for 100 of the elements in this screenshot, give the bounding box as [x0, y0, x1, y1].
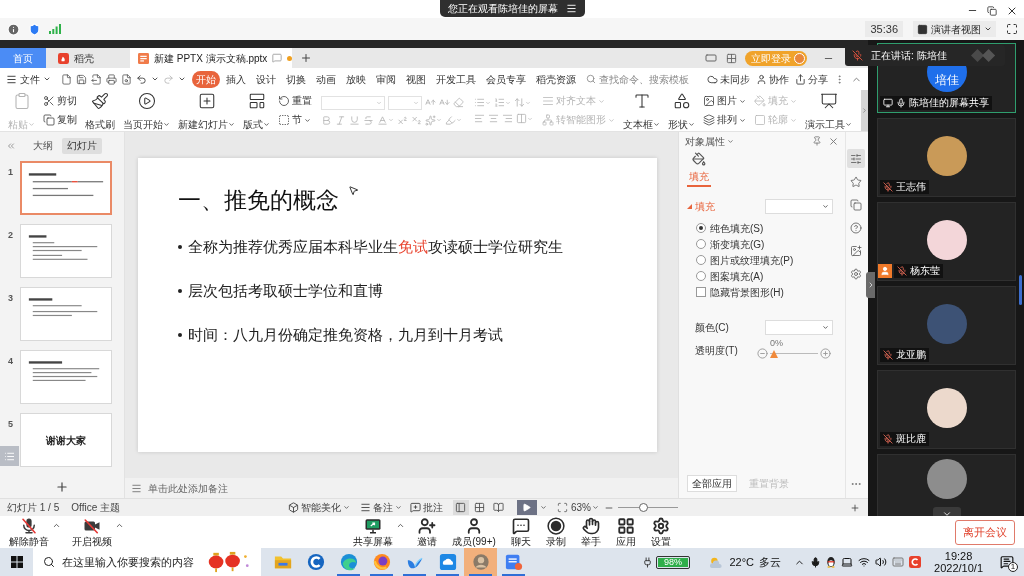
add-slide-icon[interactable] — [55, 480, 69, 494]
toolbar-button[interactable]: 格式刷 — [83, 91, 117, 130]
toolbar-button[interactable]: 形状 — [666, 91, 697, 130]
slide-thumbnail[interactable] — [20, 350, 112, 404]
toolbar-button[interactable]: 剪切 — [43, 94, 77, 108]
toolbar-button[interactable]: 邀请 — [414, 517, 441, 547]
command-search-field[interactable]: 查找命令、搜索模板 — [599, 71, 691, 87]
transparency-slider[interactable]: 0% — [770, 339, 818, 359]
comment-icon[interactable] — [272, 53, 283, 63]
panel-title-dropdown[interactable]: 对象属性 — [685, 133, 734, 149]
toolbar-button[interactable]: 演示工具 — [803, 91, 854, 130]
new-file-icon[interactable] — [61, 73, 72, 85]
toolbar-button[interactable]: 应用 — [612, 517, 639, 547]
comments-button[interactable]: 批注 — [409, 500, 443, 515]
print-icon[interactable] — [106, 73, 117, 85]
panel-tab[interactable]: 大纲 — [28, 137, 58, 154]
fullscreen-icon[interactable] — [1006, 23, 1018, 35]
menu-icon[interactable] — [565, 3, 577, 14]
collapse-panel-button[interactable] — [866, 272, 875, 298]
corners-icon[interactable] — [556, 502, 568, 513]
ribbon-tab[interactable]: 视图 — [402, 70, 430, 88]
zoom-dropdown[interactable]: 63% — [570, 500, 599, 515]
wifi-icon[interactable] — [858, 556, 871, 568]
signal-icon[interactable] — [49, 24, 61, 34]
zoom-slider[interactable] — [618, 503, 678, 512]
toolbar-button[interactable]: 成员(99+) — [449, 517, 499, 547]
laptop-icon[interactable] — [841, 556, 854, 568]
toolbar-button[interactable]: 版式 — [241, 91, 272, 130]
ribbon-tab[interactable]: 动画 — [312, 70, 340, 88]
preview-icon[interactable] — [121, 73, 132, 85]
leave-meeting-button[interactable]: 离开会议 — [955, 519, 1015, 545]
save-icon[interactable] — [76, 73, 87, 85]
new-tab-icon[interactable] — [300, 52, 312, 64]
toolbar-button[interactable]: 开启视频 — [69, 517, 115, 547]
decrease-icon[interactable] — [757, 348, 768, 359]
taskbar-search-field[interactable]: 在这里输入你要搜索的内容 — [62, 553, 198, 571]
toolbar-button[interactable]: 重置 — [278, 94, 312, 108]
view-mode-dropdown[interactable]: 演讲者视图 — [913, 21, 996, 37]
notes-bar[interactable]: 单击此处添加备注 — [125, 478, 678, 498]
slider-thumb[interactable] — [639, 503, 649, 512]
restore-icon[interactable] — [987, 5, 997, 16]
toolbar-button[interactable]: 文本框 — [621, 91, 662, 130]
ribbon-tab[interactable]: 会员专享 — [482, 70, 530, 88]
toolbar-button[interactable]: 解除静音 — [6, 517, 52, 547]
toolbar-button[interactable]: 录制 — [542, 517, 569, 547]
taskbar-app-button[interactable] — [464, 548, 497, 576]
view-button[interactable] — [490, 500, 507, 515]
scrollbar-thumb[interactable] — [1019, 275, 1022, 305]
slide-thumbnail[interactable]: 谢谢大家 — [20, 413, 112, 467]
volume-icon[interactable] — [875, 556, 888, 568]
shield-icon[interactable] — [28, 22, 41, 36]
view-button[interactable] — [452, 500, 469, 515]
fill-option-radio[interactable]: 渐变填充(G) — [696, 238, 765, 250]
expand-triangle-icon[interactable] — [687, 204, 692, 209]
mic-icon[interactable] — [810, 556, 822, 568]
penguin-icon[interactable] — [826, 556, 837, 568]
ribbon-tab[interactable]: 稻壳资源 — [532, 70, 580, 88]
fill-option-radio[interactable]: 纯色填充(S) — [696, 222, 764, 234]
caret-up-icon[interactable] — [396, 521, 406, 530]
toolbar-action[interactable]: 分享 — [795, 71, 828, 87]
slide-thumbnail[interactable] — [20, 161, 112, 215]
taskbar-search-box[interactable]: 在这里输入你要搜索的内容 — [33, 548, 261, 576]
keyboard-icon[interactable] — [892, 556, 905, 568]
redo-icon[interactable] — [163, 73, 174, 85]
panel-button[interactable]: 全部应用 — [687, 475, 737, 492]
notes-field[interactable]: 单击此处添加备注 — [148, 480, 268, 496]
scroll-down-button[interactable] — [932, 507, 961, 516]
collapse-icon[interactable] — [6, 140, 16, 151]
undo-icon[interactable] — [136, 73, 147, 85]
toolbar-button[interactable]: 节 — [278, 113, 312, 127]
hide-background-checkbox[interactable]: 隐藏背景图形(H) — [696, 286, 784, 298]
start-menu-icon[interactable] — [10, 556, 23, 568]
rectangle-icon[interactable] — [704, 52, 718, 64]
pin-icon[interactable] — [812, 136, 822, 146]
ribbon-tab[interactable]: 放映 — [342, 70, 370, 88]
caret-up-icon[interactable] — [52, 521, 61, 530]
toolbar-button[interactable]: 举手 — [577, 517, 604, 547]
toolbar-button[interactable]: 聊天 — [507, 517, 534, 547]
toolbar-action[interactable]: 未同步 — [707, 71, 750, 87]
toolbar-button[interactable]: 当页开始 — [121, 91, 172, 130]
color-dropdown[interactable] — [765, 320, 833, 335]
info-icon[interactable] — [7, 22, 20, 36]
fill-option-radio[interactable]: 图片或纹理填充(P) — [696, 254, 794, 266]
toolbar-button[interactable]: 共享屏幕 — [350, 517, 397, 547]
toolbar-button[interactable]: 复制 — [43, 113, 77, 127]
caret-up-icon[interactable] — [115, 521, 124, 530]
play-button[interactable] — [516, 500, 537, 515]
panel-tab[interactable]: 幻灯片 — [62, 137, 102, 154]
export-icon[interactable] — [91, 73, 102, 85]
ribbon-tab[interactable]: 设计 — [252, 70, 280, 88]
ribbon-tab[interactable]: 切换 — [282, 70, 310, 88]
document-tab[interactable]: 新建 PPTX 演示文稿.pptx — [130, 48, 292, 68]
notes-button[interactable]: 备注 — [359, 500, 402, 515]
grid-icon[interactable] — [726, 52, 737, 64]
ribbon-tab[interactable]: 插入 — [222, 70, 250, 88]
slider-thumb-icon[interactable] — [770, 350, 778, 358]
input-method-logo-icon[interactable] — [909, 556, 922, 568]
ribbon-tab[interactable]: 审阅 — [372, 70, 400, 88]
increase-icon[interactable] — [820, 348, 831, 359]
fill-option-radio[interactable]: 图案填充(A) — [696, 270, 764, 282]
